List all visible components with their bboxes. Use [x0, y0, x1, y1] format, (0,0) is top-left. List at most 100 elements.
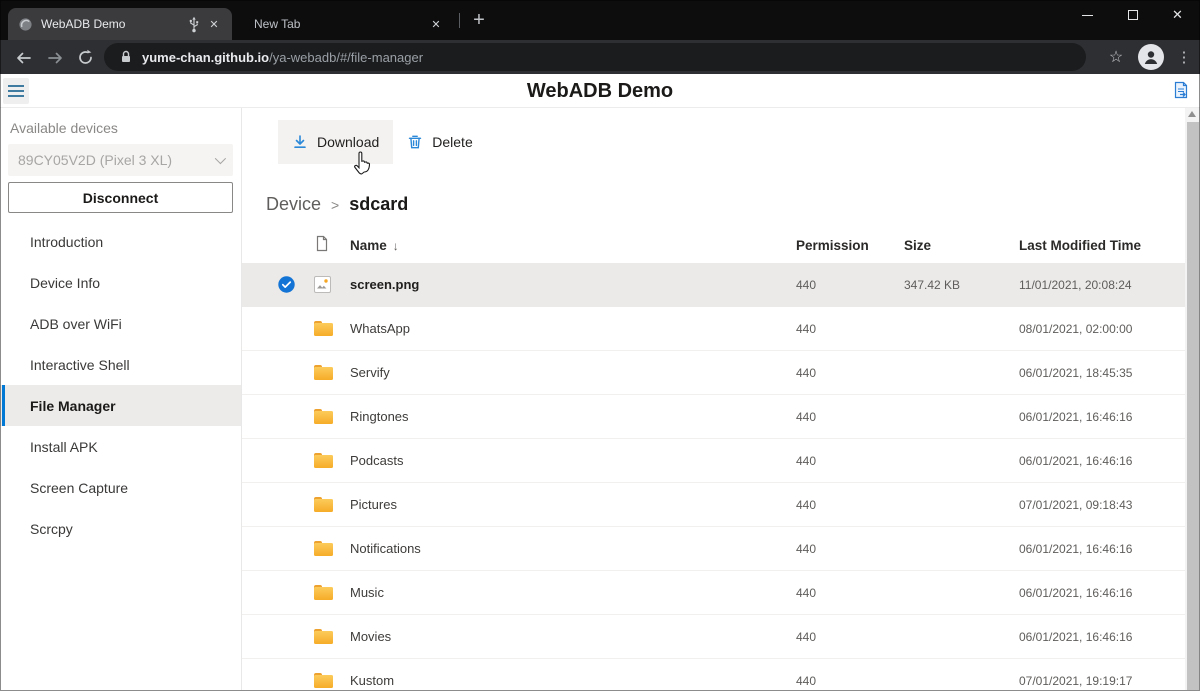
sidebar-item-label: Introduction — [30, 234, 103, 250]
command-bar: Download Delete — [242, 108, 1200, 164]
breadcrumb-sdcard[interactable]: sdcard — [349, 194, 408, 215]
download-label: Download — [317, 134, 379, 150]
file-modified-time: 06/01/2021, 16:46:16 — [1019, 630, 1182, 644]
sidebar-item-adb-over-wifi[interactable]: ADB over WiFi — [0, 303, 241, 344]
download-button[interactable]: Download — [278, 120, 393, 164]
file-permission: 440 — [796, 630, 904, 644]
file-name: Kustom — [346, 673, 796, 688]
file-modified-time: 08/01/2021, 02:00:00 — [1019, 322, 1182, 336]
file-modified-time: 06/01/2021, 16:46:16 — [1019, 586, 1182, 600]
column-header-permission[interactable]: Permission — [796, 238, 904, 253]
sidebar-item-install-apk[interactable]: Install APK — [0, 426, 241, 467]
trash-icon — [407, 134, 423, 150]
file-name: Movies — [346, 629, 796, 644]
table-row-kustom[interactable]: Kustom 440 07/01/2021, 19:19:17 — [242, 659, 1200, 690]
table-row-ringtones[interactable]: Ringtones 440 06/01/2021, 16:46:16 — [242, 395, 1200, 439]
file-modified-time: 07/01/2021, 09:18:43 — [1019, 498, 1182, 512]
reload-button[interactable] — [74, 46, 97, 69]
file-modified-time: 06/01/2021, 16:46:16 — [1019, 542, 1182, 556]
sidebar-nav: Introduction Device Info ADB over WiFi I… — [0, 221, 241, 549]
folder-icon — [314, 629, 333, 644]
table-row-pictures[interactable]: Pictures 440 07/01/2021, 09:18:43 — [242, 483, 1200, 527]
column-header-name[interactable]: Name↓ — [346, 238, 796, 253]
sidebar-item-interactive-shell[interactable]: Interactive Shell — [0, 344, 241, 385]
scrollbar-thumb[interactable] — [1187, 122, 1199, 690]
lock-icon — [118, 49, 134, 65]
device-select-value: 89CY05V2D (Pixel 3 XL) — [18, 152, 215, 168]
sidebar-item-label: File Manager — [30, 398, 116, 414]
table-row-notifications[interactable]: Notifications 440 06/01/2021, 16:46:16 — [242, 527, 1200, 571]
chevron-down-icon — [215, 153, 226, 164]
file-permission: 440 — [796, 366, 904, 380]
profile-avatar[interactable] — [1138, 44, 1164, 70]
column-header-size[interactable]: Size — [904, 238, 1019, 253]
delete-button[interactable]: Delete — [393, 120, 486, 164]
device-select[interactable]: 89CY05V2D (Pixel 3 XL) — [8, 144, 233, 176]
folder-icon — [314, 453, 333, 468]
table-row-movies[interactable]: Movies 440 06/01/2021, 16:46:16 — [242, 615, 1200, 659]
sidebar-item-screen-capture[interactable]: Screen Capture — [0, 467, 241, 508]
scrollbar-up-arrow-icon[interactable] — [1188, 111, 1196, 117]
file-permission: 440 — [796, 586, 904, 600]
breadcrumb: Device > sdcard — [266, 194, 1200, 215]
image-file-icon — [314, 276, 331, 293]
sidebar-item-device-info[interactable]: Device Info — [0, 262, 241, 303]
disconnect-button[interactable]: Disconnect — [8, 182, 233, 213]
file-type-column-icon — [302, 235, 346, 255]
file-modified-time: 11/01/2021, 20:08:24 — [1019, 278, 1182, 292]
folder-icon — [314, 541, 333, 556]
sidebar-item-introduction[interactable]: Introduction — [0, 221, 241, 262]
window-minimize-button[interactable] — [1065, 1, 1110, 29]
address-bar[interactable]: yume-chan.github.io/ya-webadb/#/file-man… — [104, 43, 1086, 71]
table-row-music[interactable]: Music 440 06/01/2021, 16:46:16 — [242, 571, 1200, 615]
breadcrumb-device[interactable]: Device — [266, 194, 321, 215]
file-name: Podcasts — [346, 453, 796, 468]
table-row-servify[interactable]: Servify 440 06/01/2021, 18:45:35 — [242, 351, 1200, 395]
column-header-modified[interactable]: Last Modified Time — [1019, 238, 1182, 253]
page-title: WebADB Demo — [0, 74, 1200, 108]
url-path: /ya-webadb/#/file-manager — [269, 50, 423, 65]
file-modified-time: 06/01/2021, 16:46:16 — [1019, 454, 1182, 468]
delete-label: Delete — [432, 134, 472, 150]
toggle-log-icon[interactable] — [1172, 81, 1190, 104]
file-name: Servify — [346, 365, 796, 380]
file-name: WhatsApp — [346, 321, 796, 336]
browser-tab-strip: WebADB Demo ✕ New Tab ✕ + ✕ — [0, 0, 1200, 40]
file-permission: 440 — [796, 410, 904, 424]
sidebar-item-label: Screen Capture — [30, 480, 128, 496]
file-permission: 440 — [796, 498, 904, 512]
file-permission: 440 — [796, 674, 904, 688]
vertical-scrollbar[interactable] — [1185, 108, 1200, 690]
file-permission: 440 — [796, 322, 904, 336]
table-row-podcasts[interactable]: Podcasts 440 06/01/2021, 16:46:16 — [242, 439, 1200, 483]
row-checkbox[interactable] — [278, 276, 295, 293]
file-name: Pictures — [346, 497, 796, 512]
available-devices-label: Available devices — [10, 120, 233, 136]
table-row-whatsapp[interactable]: WhatsApp 440 08/01/2021, 02:00:00 — [242, 307, 1200, 351]
browser-tab-active[interactable]: WebADB Demo ✕ — [8, 8, 232, 40]
sidebar-item-scrcpy[interactable]: Scrcpy — [0, 508, 241, 549]
tab-title: New Tab — [254, 17, 422, 31]
sidebar-item-file-manager[interactable]: File Manager — [0, 385, 241, 426]
back-button[interactable] — [12, 46, 35, 69]
folder-icon — [314, 321, 333, 336]
table-row-screen-png[interactable]: screen.png 440 347.42 KB 11/01/2021, 20:… — [242, 263, 1200, 307]
file-permission: 440 — [796, 542, 904, 556]
tab-divider — [459, 13, 460, 28]
browser-tab-newtab[interactable]: New Tab ✕ — [236, 8, 454, 40]
main-content: Download Delete Device > sdcard — [242, 108, 1200, 690]
file-modified-time: 07/01/2021, 19:19:17 — [1019, 674, 1182, 688]
url-domain: yume-chan.github.io — [142, 50, 269, 65]
new-tab-button[interactable]: + — [466, 7, 492, 33]
sidebar-item-label: Install APK — [30, 439, 98, 455]
window-maximize-button[interactable] — [1110, 1, 1155, 29]
bookmark-star-icon[interactable]: ☆ — [1102, 47, 1130, 67]
window-close-button[interactable]: ✕ — [1155, 1, 1200, 29]
file-permission: 440 — [796, 454, 904, 468]
file-size: 347.42 KB — [904, 278, 1019, 292]
tab-close-icon[interactable]: ✕ — [428, 16, 444, 32]
window-controls: ✕ — [1065, 0, 1200, 30]
forward-button[interactable] — [44, 46, 67, 69]
browser-menu-icon[interactable]: ⋮ — [1172, 48, 1196, 66]
tab-close-icon[interactable]: ✕ — [206, 16, 222, 32]
